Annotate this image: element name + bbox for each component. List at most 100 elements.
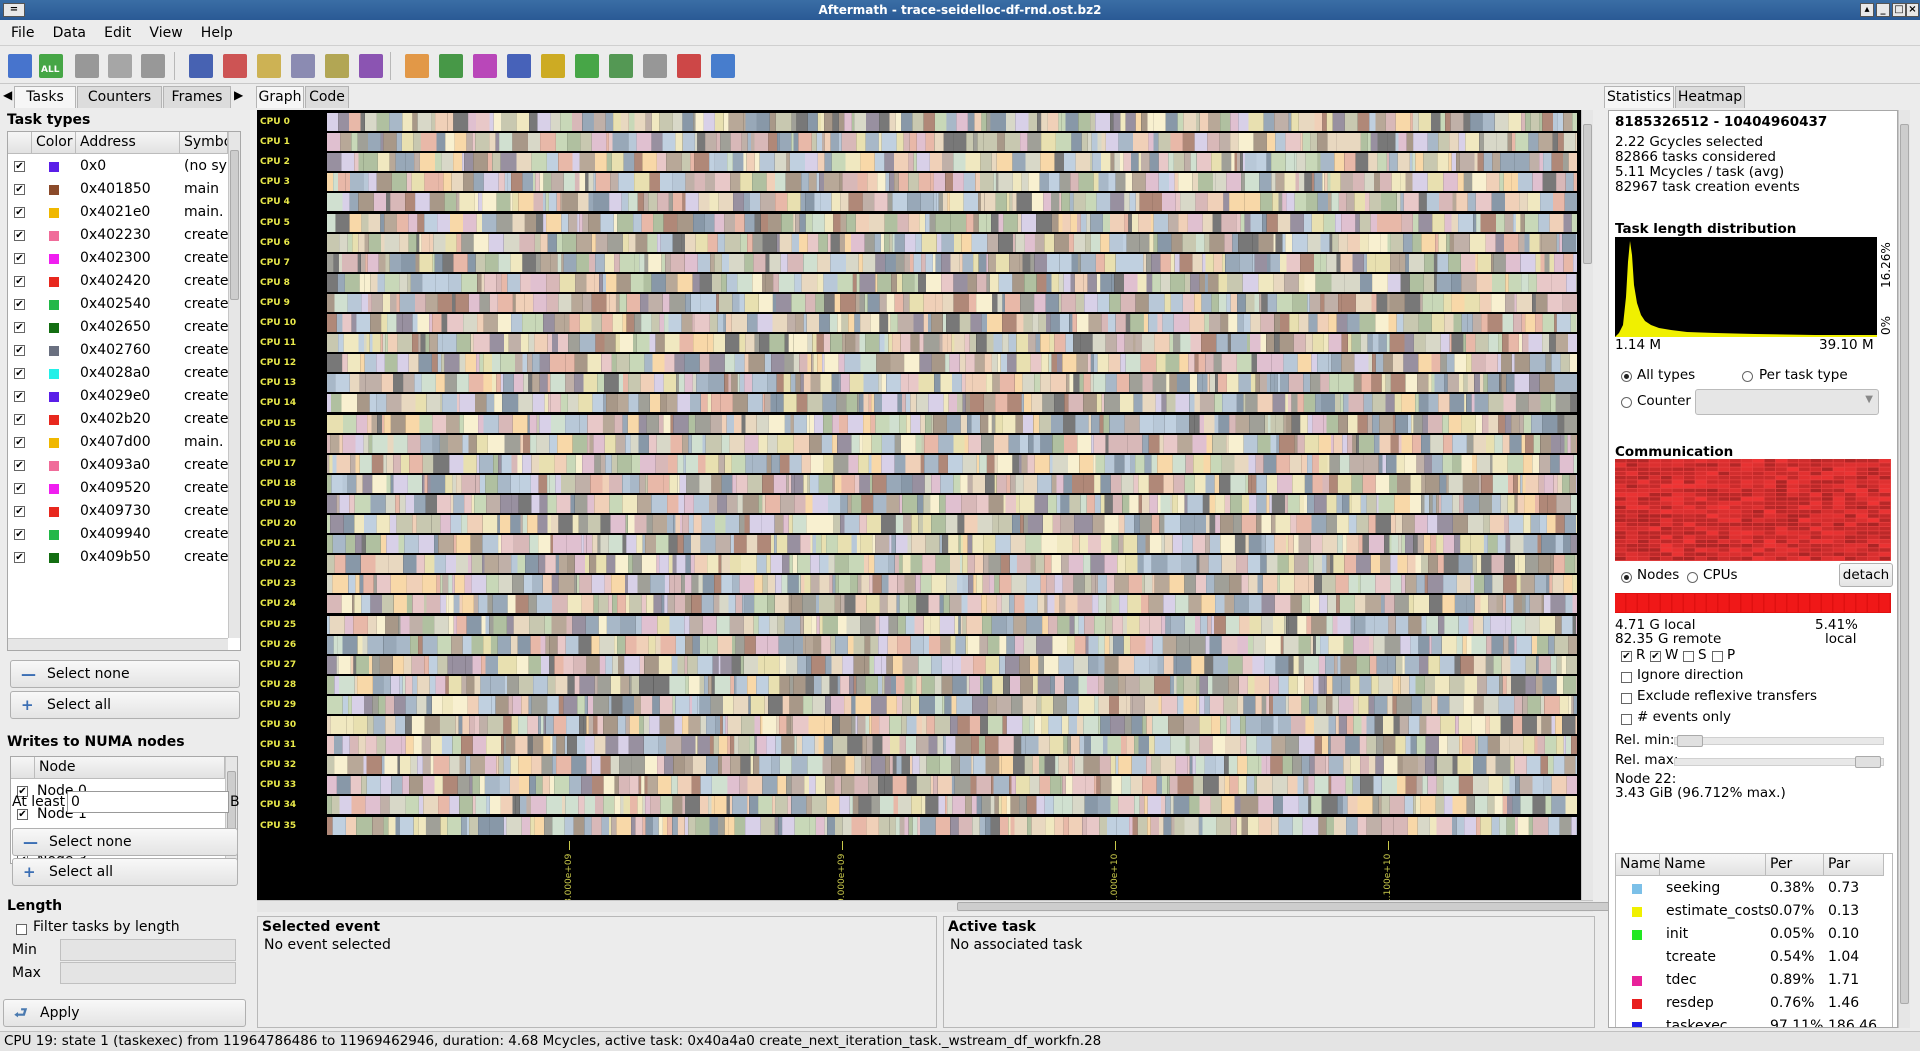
task-block[interactable]: [880, 233, 885, 252]
skip-forward-icon[interactable]: [141, 54, 165, 78]
task-block[interactable]: [1479, 293, 1492, 312]
task-block[interactable]: [602, 414, 615, 433]
task-block[interactable]: [859, 474, 870, 493]
task-block[interactable]: [1432, 213, 1445, 232]
task-block[interactable]: [563, 695, 578, 714]
task-block[interactable]: [1196, 675, 1200, 694]
task-block[interactable]: [1206, 515, 1210, 533]
task-block[interactable]: [777, 133, 780, 152]
task-block[interactable]: [462, 153, 465, 172]
task-block[interactable]: [1200, 615, 1208, 634]
task-block[interactable]: [539, 354, 550, 373]
task-block[interactable]: [1383, 736, 1396, 755]
task-block[interactable]: [1016, 354, 1031, 373]
task-type-row[interactable]: ✔ 0x4028a0 create: [8, 362, 228, 385]
task-block[interactable]: [1254, 776, 1257, 795]
task-block[interactable]: [1312, 414, 1324, 433]
task-block[interactable]: [1405, 253, 1409, 272]
task-block[interactable]: [637, 575, 651, 594]
task-block[interactable]: [707, 555, 719, 574]
task-block[interactable]: [889, 756, 893, 775]
task-block[interactable]: [485, 253, 499, 272]
task-block[interactable]: [1054, 575, 1063, 594]
task-block[interactable]: [1449, 334, 1452, 353]
task-block[interactable]: [754, 736, 757, 755]
task-block[interactable]: [963, 615, 967, 634]
task-block[interactable]: [1135, 113, 1142, 131]
task-block[interactable]: [1061, 193, 1070, 212]
task-block[interactable]: [1083, 394, 1097, 413]
task-block[interactable]: [735, 635, 745, 654]
task-block[interactable]: [451, 173, 464, 192]
task-block[interactable]: [341, 394, 358, 413]
task-block[interactable]: [999, 655, 1006, 674]
task-block[interactable]: [1351, 334, 1361, 353]
task-block[interactable]: [667, 595, 675, 614]
task-block[interactable]: [1185, 615, 1195, 634]
task-block[interactable]: [1371, 675, 1379, 694]
task-block[interactable]: [1067, 635, 1075, 654]
task-block[interactable]: [593, 113, 606, 131]
task-block[interactable]: [1400, 173, 1406, 192]
task-block[interactable]: [633, 334, 637, 353]
task-block[interactable]: [875, 615, 880, 634]
task-block[interactable]: [742, 494, 759, 513]
task-block[interactable]: [1326, 414, 1339, 433]
task-block[interactable]: [741, 133, 748, 152]
task-block[interactable]: [1428, 414, 1443, 433]
task-block[interactable]: [1436, 494, 1439, 513]
task-block[interactable]: [1054, 334, 1066, 353]
task-block[interactable]: [1126, 736, 1135, 755]
task-block[interactable]: [512, 293, 516, 312]
task-block[interactable]: [750, 756, 753, 775]
task-block[interactable]: [1259, 293, 1262, 312]
task-block[interactable]: [1207, 133, 1220, 152]
task-block[interactable]: [387, 334, 398, 353]
task-block[interactable]: [1054, 153, 1064, 172]
task-block[interactable]: [894, 454, 906, 473]
task-block[interactable]: [1502, 314, 1514, 332]
task-block[interactable]: [669, 615, 685, 634]
task-block[interactable]: [456, 233, 462, 252]
task-block[interactable]: [639, 716, 644, 734]
task-block[interactable]: [1240, 213, 1245, 232]
task-block[interactable]: [988, 253, 996, 272]
task-block[interactable]: [1183, 113, 1197, 131]
task-block[interactable]: [549, 635, 558, 654]
task-block[interactable]: [984, 394, 996, 413]
task-block[interactable]: [399, 675, 403, 694]
task-block[interactable]: [523, 374, 529, 393]
task-block[interactable]: [586, 655, 600, 674]
task-block[interactable]: [791, 133, 794, 152]
task-block[interactable]: [714, 153, 728, 172]
task-block[interactable]: [669, 293, 686, 312]
task-block[interactable]: [921, 233, 937, 252]
task-block[interactable]: [1016, 314, 1024, 332]
task-block[interactable]: [953, 153, 966, 172]
task-block[interactable]: [1396, 695, 1412, 714]
task-block[interactable]: [541, 756, 553, 775]
task-block[interactable]: [338, 655, 351, 674]
task-block[interactable]: [604, 434, 616, 453]
task-block[interactable]: [1408, 615, 1422, 634]
task-block[interactable]: [329, 615, 345, 634]
task-block[interactable]: [1025, 153, 1041, 172]
task-block[interactable]: [1050, 314, 1060, 332]
task-block[interactable]: [1377, 213, 1391, 232]
task-block[interactable]: [790, 716, 793, 734]
task-block[interactable]: [515, 736, 528, 755]
task-block[interactable]: [1322, 555, 1327, 574]
task-block[interactable]: [1273, 273, 1285, 292]
task-block[interactable]: [960, 756, 972, 775]
task-block[interactable]: [967, 474, 973, 493]
task-block[interactable]: [550, 374, 566, 393]
task-block[interactable]: [934, 716, 950, 734]
task-type-checkbox[interactable]: ✔: [14, 230, 25, 241]
task-block[interactable]: [897, 394, 902, 413]
task-block[interactable]: [557, 253, 562, 272]
task-block[interactable]: [863, 394, 869, 413]
task-block[interactable]: [385, 695, 395, 714]
task-block[interactable]: [644, 253, 649, 272]
task-block[interactable]: [1298, 736, 1315, 755]
task-block[interactable]: [1535, 494, 1540, 513]
